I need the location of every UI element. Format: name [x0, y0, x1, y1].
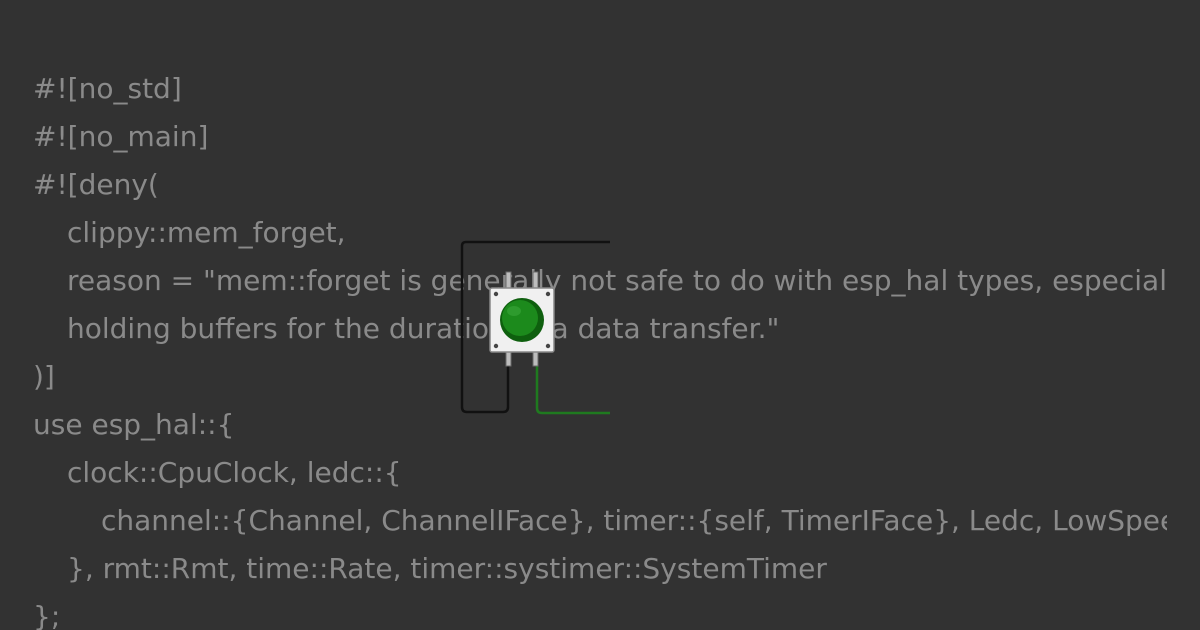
code-line: #![no_std]	[33, 72, 182, 105]
button-highlight	[507, 306, 521, 316]
code-line: )]	[33, 360, 55, 393]
code-line: clock::CpuClock, ledc::{	[67, 456, 402, 489]
button-cap	[502, 300, 538, 336]
code-line: clippy::mem_forget,	[67, 216, 346, 249]
code-line: channel::{Channel, ChannelIFace}, timer:…	[101, 504, 1167, 537]
code-editor: #![no_std] #![no_main] #![deny( clippy::…	[33, 65, 1167, 630]
code-line: };	[33, 600, 61, 630]
code-line: holding buffers for the duration of a da…	[67, 312, 780, 345]
code-line: reason = "mem::forget is generally not s…	[67, 264, 1167, 297]
screw	[493, 291, 499, 297]
code-line: }, rmt::Rmt, time::Rate, timer::systimer…	[67, 552, 827, 585]
code-line: #![deny(	[33, 168, 159, 201]
code-line: #![no_main]	[33, 120, 209, 153]
code-line: use esp_hal::{	[33, 408, 235, 441]
screw	[545, 291, 551, 297]
screw	[545, 343, 551, 349]
screw	[493, 343, 499, 349]
